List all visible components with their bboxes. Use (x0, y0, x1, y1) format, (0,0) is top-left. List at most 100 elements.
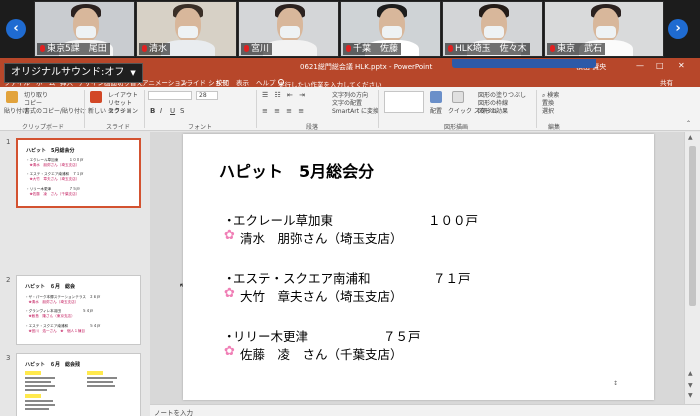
underline-button[interactable]: U (170, 107, 175, 115)
share-button[interactable]: 共有 (660, 77, 673, 87)
shapes-gallery[interactable] (384, 91, 424, 113)
align-buttons[interactable]: ≡ ≡ ≡ ≡ (262, 107, 306, 115)
property-name: リリー木更津 (233, 329, 309, 344)
participant-name: 千葉 佐藤 (343, 43, 402, 55)
slide-thumbnail[interactable]: ハピット 5月総会分 ・エクレール草加東 １００戸 ❀清水 朋弥さん（埼玉支店）… (16, 138, 141, 208)
video-participant-strip: ‹ 東京5課 尾田 清水 宮川 千葉 佐藤 HLK埼玉 佐々木 東京 武石 › (0, 0, 700, 58)
scroll-up-icon[interactable]: ▲ (688, 134, 693, 141)
quick-styles-icon[interactable] (452, 91, 464, 103)
participant-name: 清水 (139, 43, 171, 55)
participant-tile[interactable]: 宮川 (238, 1, 339, 57)
format-painter-button[interactable]: 書式のコピー/貼り付け (24, 106, 86, 115)
tab-help[interactable]: ヘルプ (256, 77, 276, 87)
select-button[interactable]: 選択 (542, 106, 554, 115)
chevron-down-icon: ▼ (130, 69, 136, 77)
close-icon[interactable]: ✕ (678, 61, 685, 70)
vertical-scrollbar[interactable]: ▲ ▲ ▼ ▼ (684, 132, 700, 404)
thumbnail-line: ❀宮川 浩一さん ❀ 個人１棟目 (25, 329, 85, 333)
drawing-group-label: 図形描画 (444, 124, 469, 131)
participant-name: 東京5課 尾田 (37, 43, 110, 55)
ribbon-divider (536, 90, 537, 128)
scroll-up-icon[interactable]: ▲ (688, 370, 693, 377)
scroll-down-icon[interactable]: ▼ (688, 392, 693, 399)
mic-muted-icon (346, 45, 351, 52)
participant-tile[interactable]: HLK埼玉 佐々木 (442, 1, 543, 57)
slide-thumbnail[interactable]: ハピット ６月 総会残 (16, 353, 141, 416)
highlight-mark (25, 394, 41, 398)
new-slide-icon[interactable] (90, 91, 102, 103)
slide-title[interactable]: ハピット 5月総会分 (219, 158, 374, 182)
flower-icon: ✿ (224, 228, 235, 243)
thumbnail-line: ❀大竹 章夫さん（埼玉支店） (26, 177, 80, 181)
scrollbar-thumb[interactable] (689, 146, 696, 306)
smartart-button[interactable]: SmartArt に変換 (332, 106, 379, 115)
participant-tile[interactable]: 東京5課 尾田 (34, 1, 135, 57)
mic-muted-icon (550, 45, 555, 52)
tab-review[interactable]: 校閲 (216, 77, 229, 87)
ribbon: 貼り付け 切り取り コピー 書式のコピー/貼り付け クリップボード 新しい スラ… (0, 87, 700, 131)
shape-effects-button[interactable]: 図形の効果 (478, 106, 508, 115)
participant-tile[interactable]: 清水 (136, 1, 237, 57)
person-name: 清水 朋弥さん（埼玉支店） (240, 231, 403, 246)
collapse-ribbon-icon[interactable]: ⌃ (686, 120, 691, 127)
previous-participants-button[interactable]: ‹ (6, 19, 26, 39)
text-placeholder-line (25, 381, 51, 383)
property-name: エクレール草加東 (233, 213, 334, 228)
powerpoint-window: 0621総門総会議 HLK.pptx - PowerPoint 横山 賢央 — … (0, 58, 700, 416)
next-participants-button[interactable]: › (668, 19, 688, 39)
list-buttons[interactable]: ☰ ☷ ⇤ ⇥ (262, 91, 307, 99)
participant-tile[interactable]: 千葉 佐藤 (340, 1, 441, 57)
strikethrough-button[interactable]: S (180, 107, 184, 115)
ribbon-divider (144, 90, 145, 128)
ribbon-divider (378, 90, 379, 128)
slide-entry[interactable]: ・ リリー木更津 ７５戸 ✿ 佐藤 凌 さん（千葉支店） (223, 326, 643, 362)
paragraph-group-label: 段落 (306, 124, 319, 131)
notes-placeholder: ノートを入力 (154, 409, 193, 416)
bold-button[interactable]: B (150, 107, 155, 115)
slide-thumbnail[interactable]: ハピット ６月 総会 ・ザ・パーク本郷ステーションテラス ２６戸 ❀清水 朋弥さ… (16, 275, 141, 345)
mic-muted-icon (142, 45, 147, 52)
paste-icon[interactable] (6, 91, 18, 103)
flower-icon: ✿ (224, 286, 235, 301)
text-placeholder-line (25, 377, 55, 379)
mic-muted-icon (40, 45, 45, 52)
screen-share-toolbar[interactable] (452, 59, 596, 68)
participant-tile[interactable]: 東京 武石 (544, 1, 664, 57)
slides-group-label: スライド (106, 124, 131, 131)
text-placeholder-line (25, 389, 47, 391)
section-button[interactable]: セクション (108, 106, 138, 115)
font-size-select[interactable]: 28 (196, 91, 218, 100)
text-placeholder-line (25, 385, 55, 387)
clipboard-group-label: クリップボード (22, 124, 65, 131)
original-sound-toggle[interactable]: オリジナルサウンド:オフ ▼ (4, 63, 143, 83)
text-placeholder-line (87, 381, 113, 383)
notes-pane[interactable]: ノートを入力 (150, 404, 700, 416)
arrange-icon[interactable] (430, 91, 442, 103)
text-placeholder-line (87, 385, 115, 387)
thumbnail-number: 2 (6, 276, 11, 284)
ribbon-divider (84, 90, 85, 128)
thumbnail-number: 3 (6, 354, 11, 362)
slide-entry[interactable]: ・ エステ・スクエア南浦和 ７１戸 ✿ 大竹 章夫さん（埼玉支店） (223, 268, 643, 304)
thumbnail-line: ❀清水 朋弥さん（埼玉支店） (26, 163, 80, 167)
person-name: 佐藤 凌 さん（千葉支店） (240, 347, 403, 362)
arrange-button[interactable]: 配置 (430, 106, 442, 115)
unit-count: １００戸 (428, 213, 479, 228)
font-group-label: フォント (188, 124, 213, 131)
font-name-select[interactable] (148, 91, 192, 100)
minimize-icon[interactable]: — (636, 61, 644, 70)
maximize-icon[interactable]: □ (656, 61, 664, 70)
document-title: 0621総門総会議 HLK.pptx - PowerPoint (300, 63, 433, 71)
mic-muted-icon (448, 45, 453, 52)
flower-icon: ✿ (224, 344, 235, 359)
slide-entry[interactable]: ・ エクレール草加東 １００戸 ✿ 清水 朋弥さん（埼玉支店） (223, 210, 643, 246)
text-placeholder-line (25, 408, 49, 410)
participant-name: HLK埼玉 佐々木 (445, 43, 530, 55)
scroll-down-icon[interactable]: ▼ (688, 382, 693, 389)
italic-button[interactable]: I (160, 107, 162, 115)
current-slide[interactable]: ハピット 5月総会分 ・ エクレール草加東 １００戸 ✿ 清水 朋弥さん（埼玉支… (183, 134, 654, 400)
text-placeholder-line (25, 400, 53, 402)
tab-view[interactable]: 表示 (236, 77, 249, 87)
slide-editor: ↖ ハピット 5月総会分 ・ エクレール草加東 １００戸 ✿ 清水 朋弥さん（埼… (150, 132, 684, 404)
highlight-mark (87, 371, 103, 375)
